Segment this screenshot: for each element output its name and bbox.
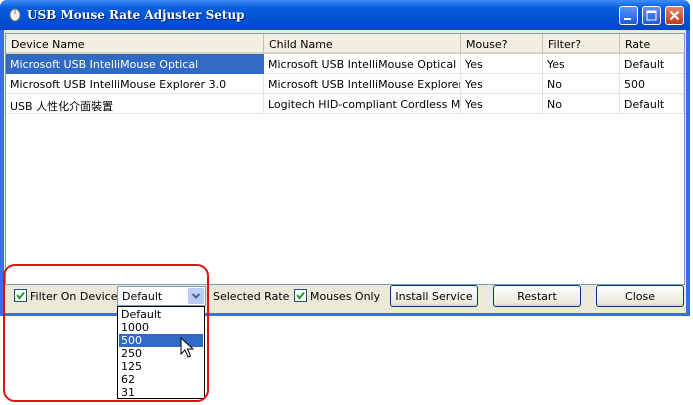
mouses-only-checkbox[interactable] xyxy=(294,289,307,302)
device-list[interactable]: Device Name Child Name Mouse? Filter? Ra… xyxy=(5,33,685,285)
column-header-device-name[interactable]: Device Name xyxy=(6,34,264,54)
mouse-cell: Yes xyxy=(461,54,543,74)
filter-cell: No xyxy=(543,94,620,114)
restart-button[interactable]: Restart xyxy=(493,285,581,307)
device-name-cell: Microsoft USB IntelliMouse Explorer 3.0 xyxy=(6,74,264,94)
window-title: USB Mouse Rate Adjuster Setup xyxy=(27,8,245,22)
install-service-button[interactable]: Install Service xyxy=(390,285,478,307)
child-name-cell: Microsoft USB IntelliMouse Explorer 3.0 … xyxy=(264,74,461,94)
highlight-outline xyxy=(3,264,209,402)
child-name-cell: Logitech HID-compliant Cordless Mouse xyxy=(264,94,461,114)
close-icon xyxy=(669,10,680,21)
device-name-cell: Microsoft USB IntelliMouse Optical xyxy=(6,54,264,74)
child-name-cell: Microsoft USB IntelliMouse Optical (Inte… xyxy=(264,54,461,74)
mouse-app-icon xyxy=(9,8,21,22)
table-row[interactable]: Microsoft USB IntelliMouse Explorer 3.0 … xyxy=(6,74,684,94)
device-name-cell: USB 人性化介面裝置 xyxy=(6,94,264,114)
title-bar[interactable]: USB Mouse Rate Adjuster Setup xyxy=(0,0,690,30)
mouse-cell: Yes xyxy=(461,94,543,114)
mouses-only-label[interactable]: Mouses Only xyxy=(310,290,380,303)
close-window-button[interactable] xyxy=(665,6,684,25)
filter-cell: No xyxy=(543,74,620,94)
checkmark-icon xyxy=(296,291,305,300)
column-header-filter[interactable]: Filter? xyxy=(543,34,620,54)
rate-cell: 500 xyxy=(620,74,684,94)
maximize-button[interactable] xyxy=(642,6,661,25)
minimize-icon xyxy=(624,18,631,20)
minimize-button[interactable] xyxy=(619,6,638,25)
column-header-child-name[interactable]: Child Name xyxy=(264,34,461,54)
filter-cell: Yes xyxy=(543,54,620,74)
column-header-mouse[interactable]: Mouse? xyxy=(461,34,543,54)
mouse-cell: Yes xyxy=(461,74,543,94)
close-button[interactable]: Close xyxy=(596,285,684,307)
column-header-rate[interactable]: Rate xyxy=(620,34,684,54)
rate-cell: Default xyxy=(620,94,684,114)
table-row[interactable]: Microsoft USB IntelliMouse Optical Micro… xyxy=(6,54,684,74)
maximize-icon xyxy=(646,10,657,21)
table-row[interactable]: USB 人性化介面裝置 Logitech HID-compliant Cordl… xyxy=(6,94,684,114)
selected-rate-label: Selected Rate xyxy=(213,290,290,303)
rate-cell: Default xyxy=(620,54,684,74)
